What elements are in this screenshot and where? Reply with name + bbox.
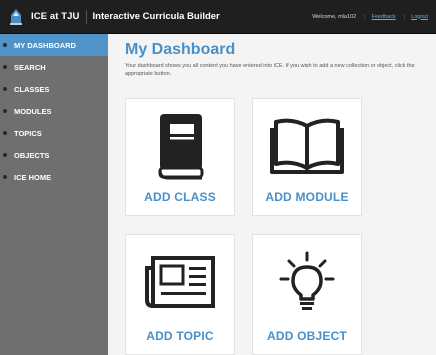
topics-icon	[3, 131, 7, 135]
feedback-link[interactable]: Feedback	[372, 14, 396, 20]
sidebar-item-my-dashboard[interactable]: MY DASHBOARD	[0, 34, 116, 56]
sidebar-item-search[interactable]: SEARCH	[0, 56, 108, 78]
title-divider	[85, 9, 87, 24]
add-module-button[interactable]: ADD MODULE	[252, 98, 362, 216]
main-content: My Dashboard Your dashboard shows you al…	[108, 34, 436, 355]
card-label: ADD MODULE	[265, 190, 349, 204]
card-label: ADD CLASS	[144, 190, 216, 204]
link-divider: |	[403, 13, 406, 20]
lightbulb-icon	[253, 247, 361, 317]
logout-link[interactable]: Logout	[411, 14, 428, 20]
add-class-button[interactable]: ADD CLASS	[125, 98, 235, 216]
card-label: ADD OBJECT	[266, 329, 347, 343]
sidebar-item-classes[interactable]: CLASSES	[0, 78, 108, 100]
add-topic-button[interactable]: ADD TOPIC	[125, 234, 235, 355]
search-icon	[3, 65, 7, 69]
sidebar-item-label: ICE HOME	[14, 172, 52, 182]
open-book-icon	[253, 111, 361, 181]
add-object-button[interactable]: ADD OBJECT	[252, 234, 362, 355]
welcome-text: Welcome, mla102	[312, 13, 357, 20]
top-bar: ICE at TJU Interactive Curricula Builder…	[0, 0, 436, 34]
sidebar-item-label: MODULES	[14, 106, 52, 116]
objects-icon	[3, 153, 7, 157]
ice-logo-icon[interactable]	[9, 8, 23, 26]
app-title: ICE at TJU	[31, 11, 80, 22]
home-icon	[3, 175, 7, 179]
link-divider: |	[364, 13, 366, 20]
sidebar-item-modules[interactable]: MODULES	[0, 100, 108, 122]
book-icon	[126, 111, 234, 181]
sidebar-item-label: SEARCH	[14, 62, 46, 72]
app-subtitle: Interactive Curricula Builder	[92, 11, 220, 22]
sidebar-item-label: CLASSES	[14, 84, 50, 94]
sidebar-item-topics[interactable]: TOPICS	[0, 122, 108, 144]
user-area: Welcome, mla102 | Feedback | Logout	[312, 14, 436, 20]
sidebar-item-objects[interactable]: OBJECTS	[0, 144, 108, 166]
modules-icon	[3, 109, 7, 113]
page-title: My Dashboard	[125, 41, 236, 58]
classes-icon	[3, 87, 7, 91]
sidebar-item-label: OBJECTS	[14, 150, 50, 160]
sidebar-item-ice-home[interactable]: ICE HOME	[0, 166, 108, 188]
page-description: Your dashboard shows you all content you…	[125, 63, 415, 77]
dashboard-icon	[3, 43, 7, 47]
sidebar-item-label: TOPICS	[14, 128, 42, 138]
newspaper-icon	[126, 247, 234, 317]
sidebar: MY DASHBOARD SEARCH CLASSES MODULES TOPI…	[0, 34, 116, 355]
sidebar-item-label: MY DASHBOARD	[14, 40, 76, 50]
card-label: ADD TOPIC	[146, 329, 214, 343]
